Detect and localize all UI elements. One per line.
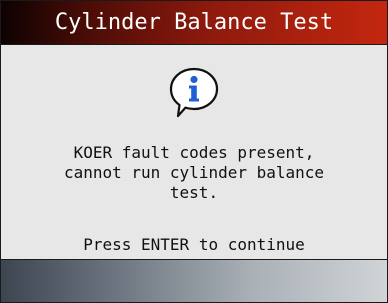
error-message: KOER fault codes present, cannot run cyl… [1, 143, 387, 203]
continue-prompt: Press ENTER to continue [83, 235, 305, 254]
footer-bar [1, 259, 387, 302]
title-bar: Cylinder Balance Test [1, 1, 387, 45]
scan-tool-screen: Cylinder Balance Test KOER fault codes p… [0, 0, 388, 303]
screen-title: Cylinder Balance Test [54, 10, 334, 35]
info-icon [169, 67, 219, 118]
message-line-2: cannot run cylinder balance [63, 163, 325, 182]
message-line-3: test. [169, 183, 219, 202]
message-line-1: KOER fault codes present, [73, 143, 315, 162]
message-panel: KOER fault codes present, cannot run cyl… [1, 45, 387, 259]
